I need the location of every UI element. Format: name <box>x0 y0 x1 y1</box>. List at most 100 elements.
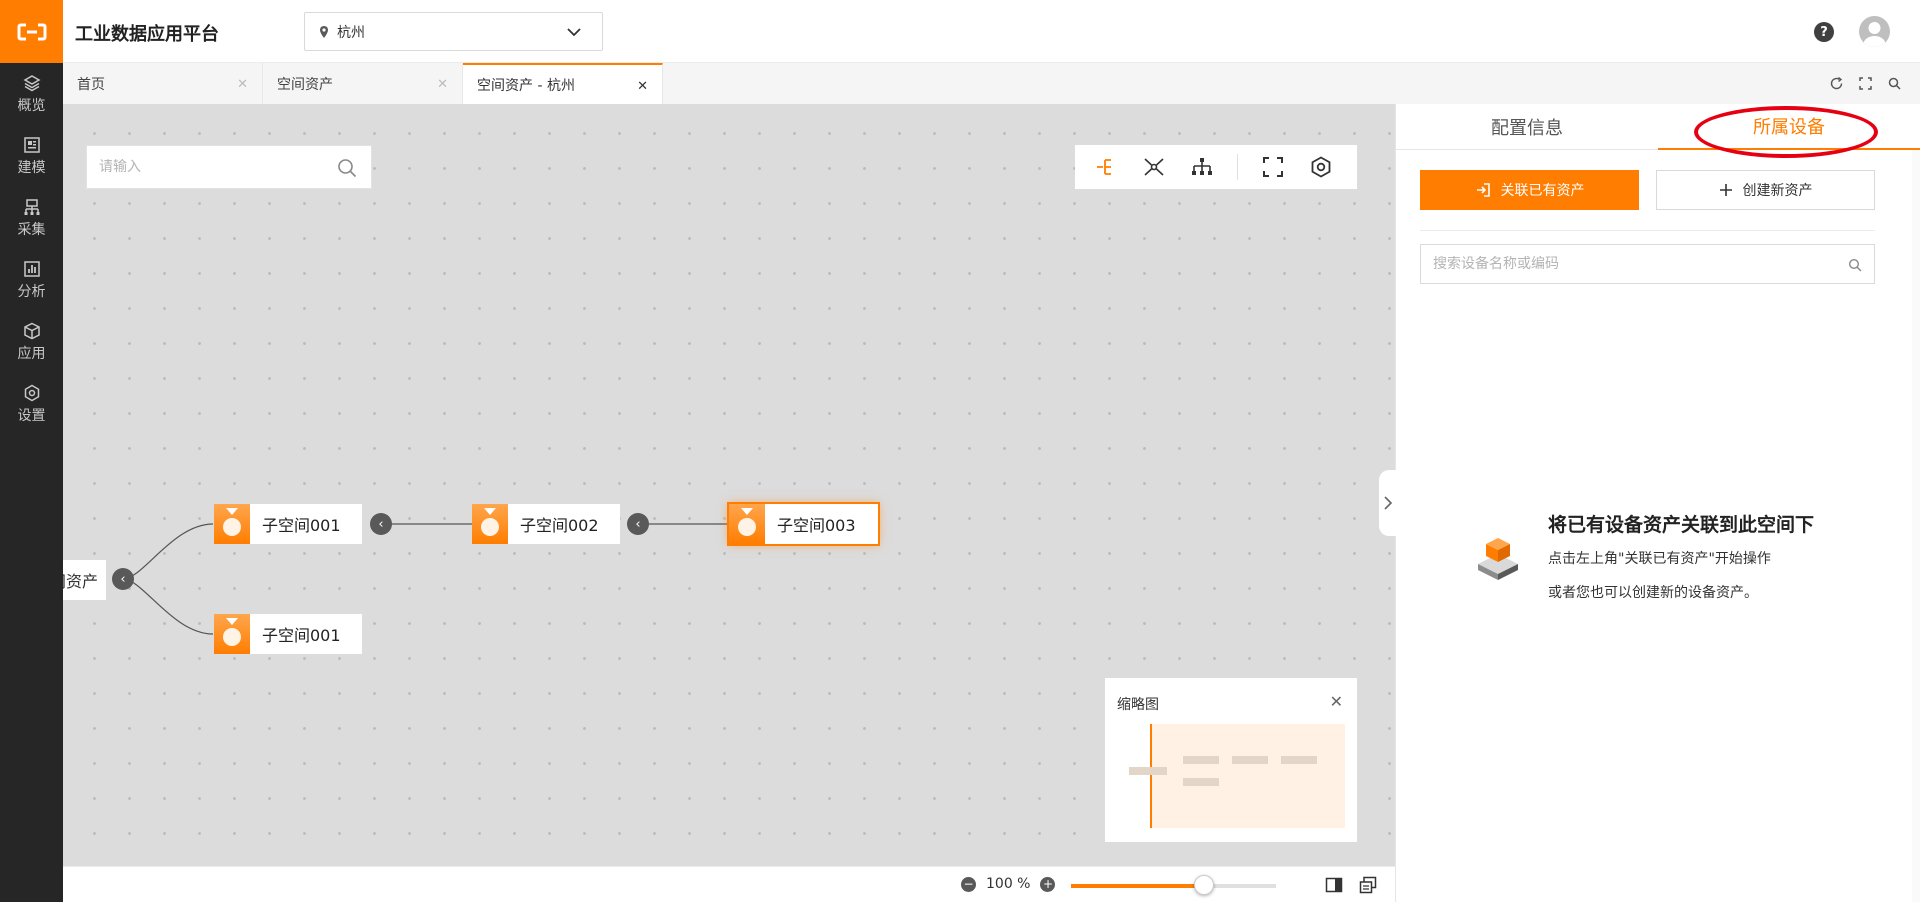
close-icon[interactable]: ✕ <box>637 79 648 94</box>
tab-config-info[interactable]: 配置信息 <box>1396 104 1658 150</box>
tab-home[interactable]: 首页 ✕ <box>63 63 263 104</box>
link-existing-asset-button[interactable]: 关联已有资产 <box>1420 170 1639 210</box>
minimap-viewport[interactable] <box>1150 724 1345 828</box>
nav-item-collect[interactable]: 采集 <box>0 187 63 249</box>
layers-icon <box>22 74 41 91</box>
chevron-right-icon <box>1383 496 1392 510</box>
collect-icon <box>24 198 39 215</box>
node-label: 子空间003 <box>777 516 856 535</box>
space-node-icon <box>729 504 765 544</box>
brand-logo-icon <box>17 23 46 40</box>
nav-item-label: 应用 <box>17 345 46 362</box>
zoom-slider-knob[interactable] <box>1194 875 1215 895</box>
app-title: 工业数据应用平台 <box>75 24 219 45</box>
collapse-toggle[interactable]: ‹ <box>627 513 649 535</box>
nav-item-label: 采集 <box>17 221 46 238</box>
nav-item-modeling[interactable]: 建模 <box>0 125 63 187</box>
space-node-icon <box>214 614 250 654</box>
collapse-toggle[interactable]: ‹ <box>370 513 392 535</box>
collapse-toggle[interactable]: ‹ <box>112 568 134 590</box>
node-label: 空间资产 <box>63 572 98 591</box>
graph-node[interactable]: 子空间002 <box>472 504 620 544</box>
topology-canvas[interactable]: 空间资产 ‹ 子空间001 ‹ 子空间002 ‹ 子空间003 子空间001 缩… <box>63 104 1395 866</box>
model-icon <box>23 136 40 153</box>
fullscreen-icon[interactable] <box>1858 76 1873 91</box>
panel-toggle-icon[interactable] <box>1325 876 1343 894</box>
panel-tabs: 配置信息 所属设备 <box>1396 104 1920 158</box>
nav-item-settings[interactable]: 设置 <box>0 373 63 435</box>
nav-item-overview[interactable]: 概览 <box>0 63 63 125</box>
right-panel: 配置信息 所属设备 关联已有资产 创建新资产 将已有设备资产关联到此空间下 点击… <box>1379 104 1920 902</box>
help-button[interactable]: ? <box>1814 22 1834 42</box>
zoom-slider-fill <box>1071 884 1205 888</box>
view-icons <box>1325 876 1377 894</box>
city-select-value: 杭州 <box>337 24 365 41</box>
button-label: 关联已有资产 <box>1500 183 1585 199</box>
space-node-icon <box>214 504 250 544</box>
device-search-input[interactable] <box>1433 256 1833 272</box>
highlight-annotation <box>1694 106 1878 158</box>
scrollbar[interactable] <box>1912 150 1920 902</box>
minimap-node <box>1232 756 1268 764</box>
zoom-in-button[interactable]: + <box>1040 876 1056 892</box>
tab-label: 首页 <box>77 76 105 93</box>
tab-label: 配置信息 <box>1491 118 1563 139</box>
logo[interactable] <box>0 0 63 63</box>
avatar[interactable] <box>1859 16 1890 47</box>
nav-item-label: 概览 <box>17 97 46 114</box>
tab-bar: 首页 ✕ 空间资产 ✕ 空间资产 - 杭州 ✕ <box>63 63 1920 104</box>
empty-state-title: 将已有设备资产关联到此空间下 <box>1548 514 1815 536</box>
location-pin-icon <box>320 25 328 38</box>
nav-item-label: 分析 <box>17 283 46 300</box>
close-icon[interactable]: ✕ <box>237 77 248 92</box>
divider <box>1420 230 1875 231</box>
node-label: 子空间001 <box>262 626 341 645</box>
gear-icon <box>24 384 39 401</box>
copy-icon[interactable] <box>1359 876 1377 894</box>
space-node-icon <box>472 504 508 544</box>
tab-tools <box>1829 76 1902 91</box>
nav-item-analysis[interactable]: 分析 <box>0 249 63 311</box>
panel-collapse-handle[interactable] <box>1379 470 1396 536</box>
empty-state-hint: 或者您也可以创建新的设备资产。 <box>1548 585 1758 601</box>
search-icon[interactable] <box>1887 76 1902 91</box>
graph-node[interactable]: 子空间001 <box>214 614 362 654</box>
left-nav: 概览 建模 采集 分析 应用 设置 <box>0 0 63 902</box>
close-icon[interactable]: ✕ <box>437 77 448 92</box>
minimap-node <box>1281 756 1317 764</box>
graph-node[interactable]: 子空间001 <box>214 504 362 544</box>
user-icon <box>1863 22 1886 47</box>
empty-devices-icon <box>1478 538 1518 580</box>
nav-item-apps[interactable]: 应用 <box>0 311 63 373</box>
minimap-node <box>1129 767 1167 775</box>
create-asset-button[interactable]: 创建新资产 <box>1656 170 1875 210</box>
nav-item-label: 设置 <box>17 407 46 424</box>
top-header: 工业数据应用平台 杭州 ? <box>63 0 1920 63</box>
button-label: 创建新资产 <box>1742 183 1813 199</box>
link-in-icon <box>1476 183 1490 197</box>
nav-item-label: 建模 <box>17 159 46 176</box>
bottom-bar: − 100 % + <box>63 866 1395 902</box>
cube-icon <box>23 322 40 339</box>
empty-state-hint: 点击左上角"关联已有资产"开始操作 <box>1548 551 1771 567</box>
minimap: 缩略图 ✕ <box>1105 678 1357 842</box>
minimap-node <box>1183 778 1219 786</box>
zoom-level: 100 % <box>986 876 1031 892</box>
refresh-icon[interactable] <box>1829 76 1844 91</box>
zoom-out-button[interactable]: − <box>961 876 976 892</box>
node-label: 子空间002 <box>520 516 599 535</box>
tab-label: 空间资产 - 杭州 <box>477 77 575 94</box>
zoom-control: − 100 % + <box>961 876 1056 892</box>
tab-space-assets-hangzhou[interactable]: 空间资产 - 杭州 ✕ <box>463 63 663 104</box>
city-select[interactable]: 杭州 <box>304 12 603 51</box>
graph-node-selected[interactable]: 子空间003 <box>727 502 880 546</box>
plus-icon <box>1719 184 1732 196</box>
device-search <box>1420 244 1875 284</box>
root-node[interactable]: 空间资产 <box>63 560 106 600</box>
chart-icon <box>23 260 40 277</box>
search-icon[interactable] <box>1848 258 1862 272</box>
zoom-slider[interactable] <box>1071 875 1276 895</box>
minimap-node <box>1183 756 1219 764</box>
tab-space-assets[interactable]: 空间资产 ✕ <box>263 63 463 104</box>
chevron-down-icon <box>567 28 581 37</box>
